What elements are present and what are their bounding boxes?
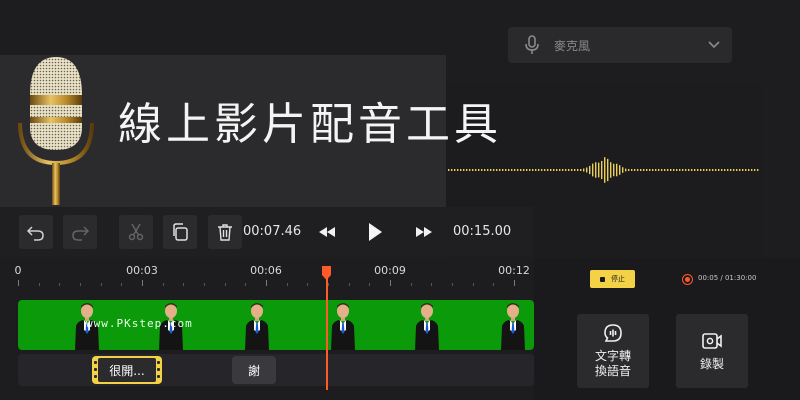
audio-clip-label: 很開... xyxy=(109,363,145,378)
recording-panel xyxy=(534,258,800,400)
stop-icon xyxy=(600,276,605,282)
ruler-tick xyxy=(410,283,412,286)
scissors-icon xyxy=(128,223,144,241)
video-watermark: www.PKstep.com xyxy=(86,317,193,330)
rewind-icon xyxy=(319,227,335,237)
microphone-select-label: 麥克風 xyxy=(554,38,591,53)
ruler-tick xyxy=(162,283,164,286)
fast-forward-button[interactable] xyxy=(411,219,437,245)
ruler-tick xyxy=(245,283,247,286)
ruler-tick xyxy=(38,283,40,286)
ruler-label: 00:09 xyxy=(374,264,406,277)
microphone-select[interactable]: 麥克風 xyxy=(508,27,732,63)
app-root: 麥克風 線上影片配音工具 00:07.46 00:15.00 0 00:03 0… xyxy=(0,0,800,400)
ruler-tick xyxy=(307,283,309,286)
video-thumbnail-person xyxy=(414,300,440,350)
ruler-tick xyxy=(472,283,474,286)
text-to-speech-label: 文字轉 換語音 xyxy=(594,349,631,378)
split-button[interactable] xyxy=(119,215,153,249)
trash-icon xyxy=(218,224,232,241)
ruler-tick xyxy=(224,283,226,286)
undo-button[interactable] xyxy=(19,215,53,249)
delete-button[interactable] xyxy=(208,215,242,249)
recording-time: 00:05 / 01:30:00 xyxy=(698,274,757,282)
current-time: 00:07.46 xyxy=(243,224,302,239)
ruler-tick xyxy=(286,283,288,286)
ruler-tick xyxy=(452,283,453,286)
ruler-tick xyxy=(80,283,81,286)
microphone-icon xyxy=(525,35,539,54)
playhead-line xyxy=(326,278,328,390)
record-label: 錄製 xyxy=(699,356,724,371)
ruler-tick xyxy=(183,283,185,286)
editor-toolbar: 00:07.46 00:15.00 xyxy=(0,207,534,257)
ruler-label: 00:03 xyxy=(126,264,158,277)
chevron-down-icon xyxy=(708,41,720,49)
ruler-tick xyxy=(514,280,515,286)
vintage-microphone-logo xyxy=(18,57,94,205)
ruler-tick xyxy=(493,283,495,286)
recording-indicator-icon xyxy=(682,274,693,285)
video-thumbnail-person xyxy=(244,300,270,350)
ruler-tick xyxy=(121,283,123,286)
play-button[interactable] xyxy=(362,219,388,245)
stop-button[interactable]: 停止 xyxy=(590,270,635,288)
ruler-tick xyxy=(369,283,371,286)
duplicate-button[interactable] xyxy=(163,215,197,249)
timeline-ruler[interactable]: 0 00:03 00:06 00:09 00:12 xyxy=(0,258,534,288)
ruler-tick xyxy=(100,283,102,286)
ruler-tick xyxy=(18,280,19,286)
ruler-label: 00:06 xyxy=(250,264,282,277)
ruler-tick xyxy=(204,283,205,286)
ruler-tick xyxy=(328,283,329,286)
ruler-tick xyxy=(431,283,433,286)
ruler-tick xyxy=(348,283,350,286)
text-to-speech-button[interactable]: 文字轉 換語音 xyxy=(577,314,649,388)
redo-button[interactable] xyxy=(63,215,97,249)
video-thumbnail-person xyxy=(330,300,356,350)
ruler-tick xyxy=(266,280,267,286)
banner-title: 線上影片配音工具 xyxy=(118,99,502,150)
redo-icon xyxy=(72,226,90,241)
copy-icon xyxy=(173,223,188,241)
text-to-speech-icon xyxy=(604,324,622,342)
audio-clip-label: 謝 xyxy=(247,363,260,378)
video-track[interactable]: www.PKstep.com xyxy=(18,300,534,350)
record-button[interactable]: 錄製 xyxy=(676,314,748,388)
video-thumbnail-person xyxy=(500,300,526,350)
rewind-button[interactable] xyxy=(314,219,340,245)
fast-forward-icon xyxy=(416,227,432,237)
ruler-tick xyxy=(142,280,143,286)
stop-label: 停止 xyxy=(611,275,625,283)
ruler-label: 0 xyxy=(14,264,22,277)
play-icon xyxy=(369,223,382,241)
undo-icon xyxy=(26,226,44,241)
ruler-label: 00:12 xyxy=(498,264,530,277)
audio-clip[interactable]: 謝 xyxy=(232,356,276,384)
total-time: 00:15.00 xyxy=(453,224,512,239)
audio-clip-selected[interactable]: 很開... xyxy=(92,356,162,384)
record-video-icon xyxy=(702,332,722,349)
ruler-tick xyxy=(59,283,61,286)
ruler-tick xyxy=(390,280,391,286)
